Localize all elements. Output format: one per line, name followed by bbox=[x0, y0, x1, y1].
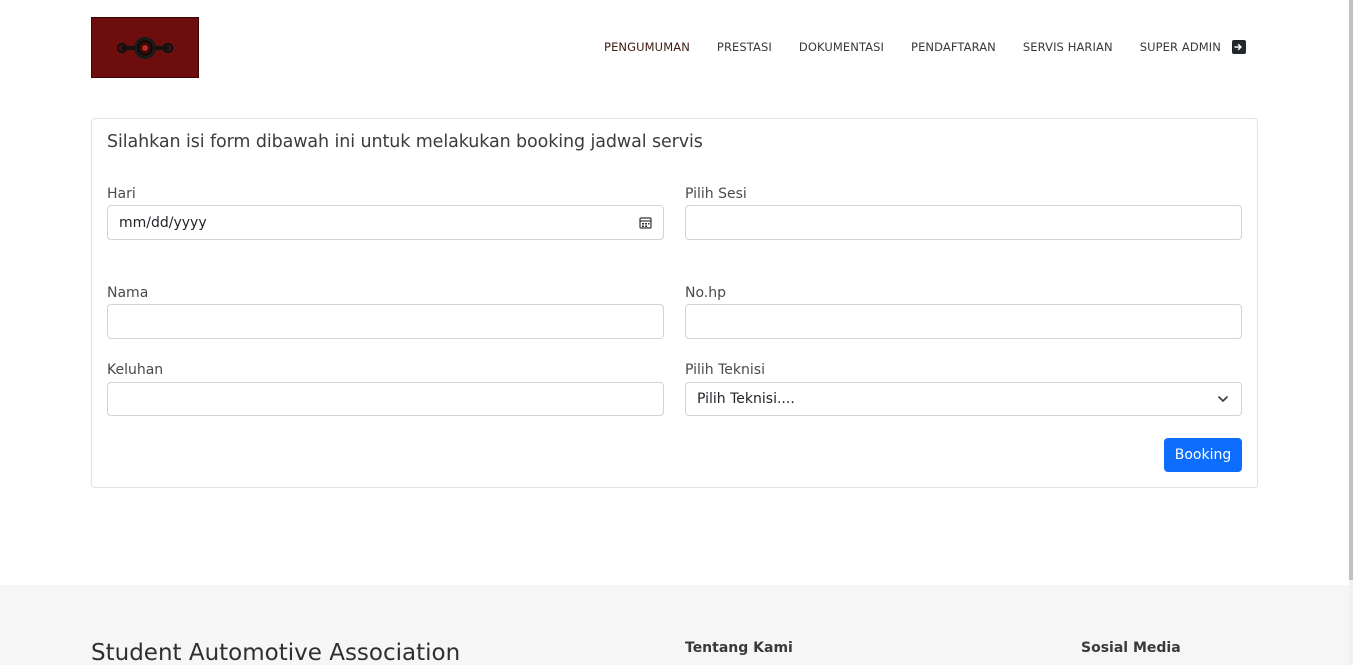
nama-label: Nama bbox=[107, 285, 149, 301]
nav-servis-harian[interactable]: SERVIS HARIAN bbox=[1023, 40, 1113, 54]
chevron-down-icon bbox=[1216, 392, 1230, 406]
form-title: Silahkan isi form dibawah ini untuk mela… bbox=[107, 132, 703, 152]
site-header: PENGUMUMAN PRESTASI DOKUMENTASI PENDAFTA… bbox=[0, 0, 1349, 95]
login-arrow-icon[interactable] bbox=[1232, 40, 1246, 54]
scrollbar-thumb[interactable] bbox=[1349, 0, 1353, 580]
nohp-label: No.hp bbox=[685, 285, 727, 301]
nav-pengumuman[interactable]: PENGUMUMAN bbox=[604, 40, 690, 54]
hari-label: Hari bbox=[107, 186, 136, 202]
wrench-gear-logo-icon bbox=[116, 36, 174, 59]
nama-input[interactable] bbox=[107, 304, 664, 339]
nav-prestasi[interactable]: PRESTASI bbox=[717, 40, 772, 54]
sesi-input[interactable] bbox=[685, 205, 1242, 240]
site-logo[interactable] bbox=[91, 17, 199, 78]
booking-button[interactable]: Booking bbox=[1164, 438, 1242, 472]
site-footer: Student Automotive Association Tentang K… bbox=[0, 585, 1349, 666]
footer-social-heading: Sosial Media bbox=[1081, 640, 1181, 656]
keluhan-input[interactable] bbox=[107, 382, 664, 416]
nav-pendaftaran[interactable]: PENDAFTARAN bbox=[911, 40, 996, 54]
footer-about-heading: Tentang Kami bbox=[685, 640, 793, 656]
nav-super-admin[interactable]: SUPER ADMIN bbox=[1140, 40, 1221, 54]
main-nav: PENGUMUMAN PRESTASI DOKUMENTASI PENDAFTA… bbox=[577, 39, 1246, 55]
footer-brand: Student Automotive Association bbox=[91, 640, 461, 666]
teknisi-label: Pilih Teknisi bbox=[685, 362, 765, 378]
page-scrollbar[interactable] bbox=[1349, 0, 1353, 665]
sesi-label: Pilih Sesi bbox=[685, 186, 747, 202]
hari-date-input[interactable]: mm/dd/yyyy bbox=[107, 205, 664, 240]
keluhan-label: Keluhan bbox=[107, 362, 164, 378]
booking-form-card: Silahkan isi form dibawah ini untuk mela… bbox=[91, 118, 1258, 488]
hari-date-value: mm/dd/yyyy bbox=[119, 214, 207, 231]
teknisi-selected-value: Pilih Teknisi.... bbox=[697, 391, 795, 407]
nav-dokumentasi[interactable]: DOKUMENTASI bbox=[799, 40, 884, 54]
nohp-input[interactable] bbox=[685, 304, 1242, 339]
calendar-icon[interactable] bbox=[638, 216, 652, 230]
teknisi-select[interactable]: Pilih Teknisi.... bbox=[685, 382, 1242, 416]
